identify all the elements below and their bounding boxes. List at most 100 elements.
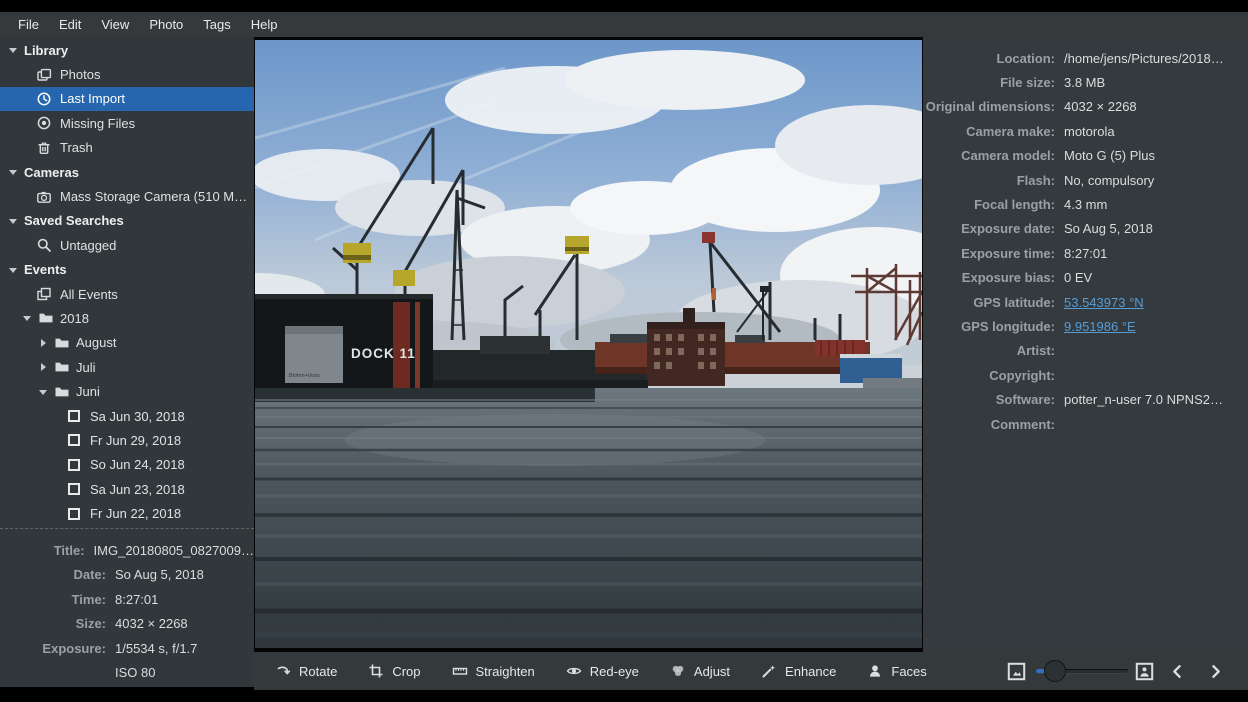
sidebar-item-untagged[interactable]: Untagged bbox=[0, 233, 254, 257]
menu-view[interactable]: View bbox=[91, 12, 139, 37]
folder-icon bbox=[54, 335, 70, 351]
expander-down-icon[interactable] bbox=[38, 387, 48, 397]
photo-icon bbox=[66, 432, 82, 448]
sidebar-item-photos[interactable]: Photos bbox=[0, 62, 254, 86]
expander-right-icon[interactable] bbox=[38, 338, 48, 348]
sidebar-section-cameras[interactable]: Cameras bbox=[0, 160, 254, 184]
field-label: File size: bbox=[923, 75, 1064, 90]
item-label: Fr Jun 29, 2018 bbox=[90, 433, 181, 448]
photos-icon bbox=[36, 67, 52, 83]
button-label: Straighten bbox=[476, 664, 535, 679]
photo-icon bbox=[66, 408, 82, 424]
photo-icon bbox=[66, 481, 82, 497]
sidebar-section-library[interactable]: Library bbox=[0, 38, 254, 62]
expander-down-icon[interactable] bbox=[8, 265, 18, 275]
field-label: Size: bbox=[0, 616, 115, 631]
straighten-button[interactable]: Straighten bbox=[443, 658, 544, 684]
menu-file[interactable]: File bbox=[8, 12, 49, 37]
button-label: Red-eye bbox=[590, 664, 639, 679]
faces-button[interactable]: Faces bbox=[858, 658, 935, 684]
ext-row-exposure-date: Exposure date:So Aug 5, 2018 bbox=[923, 217, 1248, 241]
ext-row-camera-model: Camera model:Moto G (5) Plus bbox=[923, 144, 1248, 168]
button-label: Enhance bbox=[785, 664, 836, 679]
folder-icon bbox=[38, 310, 54, 326]
field-label: Artist: bbox=[923, 343, 1064, 358]
menu-tags[interactable]: Tags bbox=[193, 12, 240, 37]
gps-longitude-link[interactable]: 9.951986 °E bbox=[1064, 319, 1136, 334]
field-value: ISO 80 bbox=[115, 665, 155, 680]
sidebar-item-event-jun22[interactable]: Fr Jun 22, 2018 bbox=[0, 501, 254, 525]
menu-photo[interactable]: Photo bbox=[139, 12, 193, 37]
menu-help[interactable]: Help bbox=[241, 12, 288, 37]
adjust-icon bbox=[670, 663, 686, 679]
all-events-icon bbox=[36, 286, 52, 302]
zoom-slider-knob[interactable] bbox=[1044, 660, 1066, 682]
ext-row-original-dimensions: Original dimensions:4032 × 2268 bbox=[923, 95, 1248, 119]
expander-down-icon[interactable] bbox=[8, 216, 18, 226]
adjust-button[interactable]: Adjust bbox=[661, 658, 739, 684]
expander-down-icon[interactable] bbox=[8, 167, 18, 177]
field-label: Camera make: bbox=[923, 124, 1064, 139]
field-value: 8:27:01 bbox=[1064, 246, 1107, 261]
sidebar-item-juli[interactable]: Juli bbox=[0, 355, 254, 379]
field-label: Exposure bias: bbox=[923, 270, 1064, 285]
large-image-icon bbox=[1135, 662, 1154, 681]
crop-button[interactable]: Crop bbox=[359, 658, 429, 684]
field-value: motorola bbox=[1064, 124, 1115, 139]
sidebar-item-all-events[interactable]: All Events bbox=[0, 282, 254, 306]
sidebar-item-last-import[interactable]: Last Import bbox=[0, 87, 254, 111]
expander-down-icon[interactable] bbox=[8, 45, 18, 55]
info-row-date: Date:So Aug 5, 2018 bbox=[0, 563, 254, 588]
sidebar-item-august[interactable]: August bbox=[0, 331, 254, 355]
red-eye-button[interactable]: Red-eye bbox=[557, 658, 648, 684]
sidebar-item-mass-storage-camera[interactable]: Mass Storage Camera (510 M… bbox=[0, 184, 254, 208]
field-value: 4032 × 2268 bbox=[1064, 99, 1137, 114]
info-row-time: Time:8:27:01 bbox=[0, 587, 254, 612]
item-label: So Jun 24, 2018 bbox=[90, 457, 185, 472]
ext-row-exposure-bias: Exposure bias:0 EV bbox=[923, 266, 1248, 290]
field-label: Focal length: bbox=[923, 197, 1064, 212]
sidebar-item-event-jun29[interactable]: Fr Jun 29, 2018 bbox=[0, 428, 254, 452]
photo-icon bbox=[66, 506, 82, 522]
expander-right-icon[interactable] bbox=[38, 362, 48, 372]
item-label: Sa Jun 30, 2018 bbox=[90, 409, 185, 424]
sidebar-item-event-jun23[interactable]: Sa Jun 23, 2018 bbox=[0, 477, 254, 501]
chevron-left-icon bbox=[1169, 663, 1186, 680]
field-value: So Aug 5, 2018 bbox=[1064, 221, 1153, 236]
missing-files-icon bbox=[36, 115, 52, 131]
menu-edit[interactable]: Edit bbox=[49, 12, 91, 37]
field-value: So Aug 5, 2018 bbox=[115, 567, 204, 582]
enhance-button[interactable]: Enhance bbox=[752, 658, 845, 684]
item-label: All Events bbox=[60, 287, 118, 302]
info-row-title: Title:IMG_20180805_0827009… bbox=[0, 538, 254, 563]
ext-row-gps-latitude: GPS latitude:53.543973 °N bbox=[923, 290, 1248, 314]
gps-latitude-link[interactable]: 53.543973 °N bbox=[1064, 295, 1144, 310]
ext-row-location: Location:/home/jens/Pictures/2018… bbox=[923, 46, 1248, 70]
zoom-slider[interactable] bbox=[1036, 660, 1128, 682]
sidebar-item-juni[interactable]: Juni bbox=[0, 379, 254, 403]
field-value: 4.3 mm bbox=[1064, 197, 1107, 212]
expander-down-icon[interactable] bbox=[22, 313, 32, 323]
sidebar-tree: Library Photos Last Import Missing Files… bbox=[0, 38, 254, 526]
folder-icon bbox=[54, 359, 70, 375]
sidebar-item-event-jun24[interactable]: So Jun 24, 2018 bbox=[0, 453, 254, 477]
sidebar-section-saved-searches[interactable]: Saved Searches bbox=[0, 209, 254, 233]
zoom-out-button[interactable] bbox=[1006, 661, 1026, 681]
button-label: Adjust bbox=[694, 664, 730, 679]
previous-photo-button[interactable] bbox=[1162, 656, 1192, 686]
sidebar-item-event-jun30[interactable]: Sa Jun 30, 2018 bbox=[0, 404, 254, 428]
field-label: Comment: bbox=[923, 417, 1064, 432]
zoom-in-button[interactable] bbox=[1134, 661, 1154, 681]
sidebar-section-events[interactable]: Events bbox=[0, 258, 254, 282]
field-label: Camera model: bbox=[923, 148, 1064, 163]
item-label: August bbox=[76, 335, 116, 350]
item-label: Mass Storage Camera (510 M… bbox=[60, 189, 247, 204]
field-value: 4032 × 2268 bbox=[115, 616, 188, 631]
faces-icon bbox=[867, 663, 883, 679]
field-label: Original dimensions: bbox=[923, 99, 1064, 114]
sidebar-item-missing-files[interactable]: Missing Files bbox=[0, 111, 254, 135]
sidebar-item-2018[interactable]: 2018 bbox=[0, 306, 254, 330]
next-photo-button[interactable] bbox=[1200, 656, 1230, 686]
sidebar-item-trash[interactable]: Trash bbox=[0, 136, 254, 160]
rotate-button[interactable]: Rotate bbox=[266, 658, 346, 684]
